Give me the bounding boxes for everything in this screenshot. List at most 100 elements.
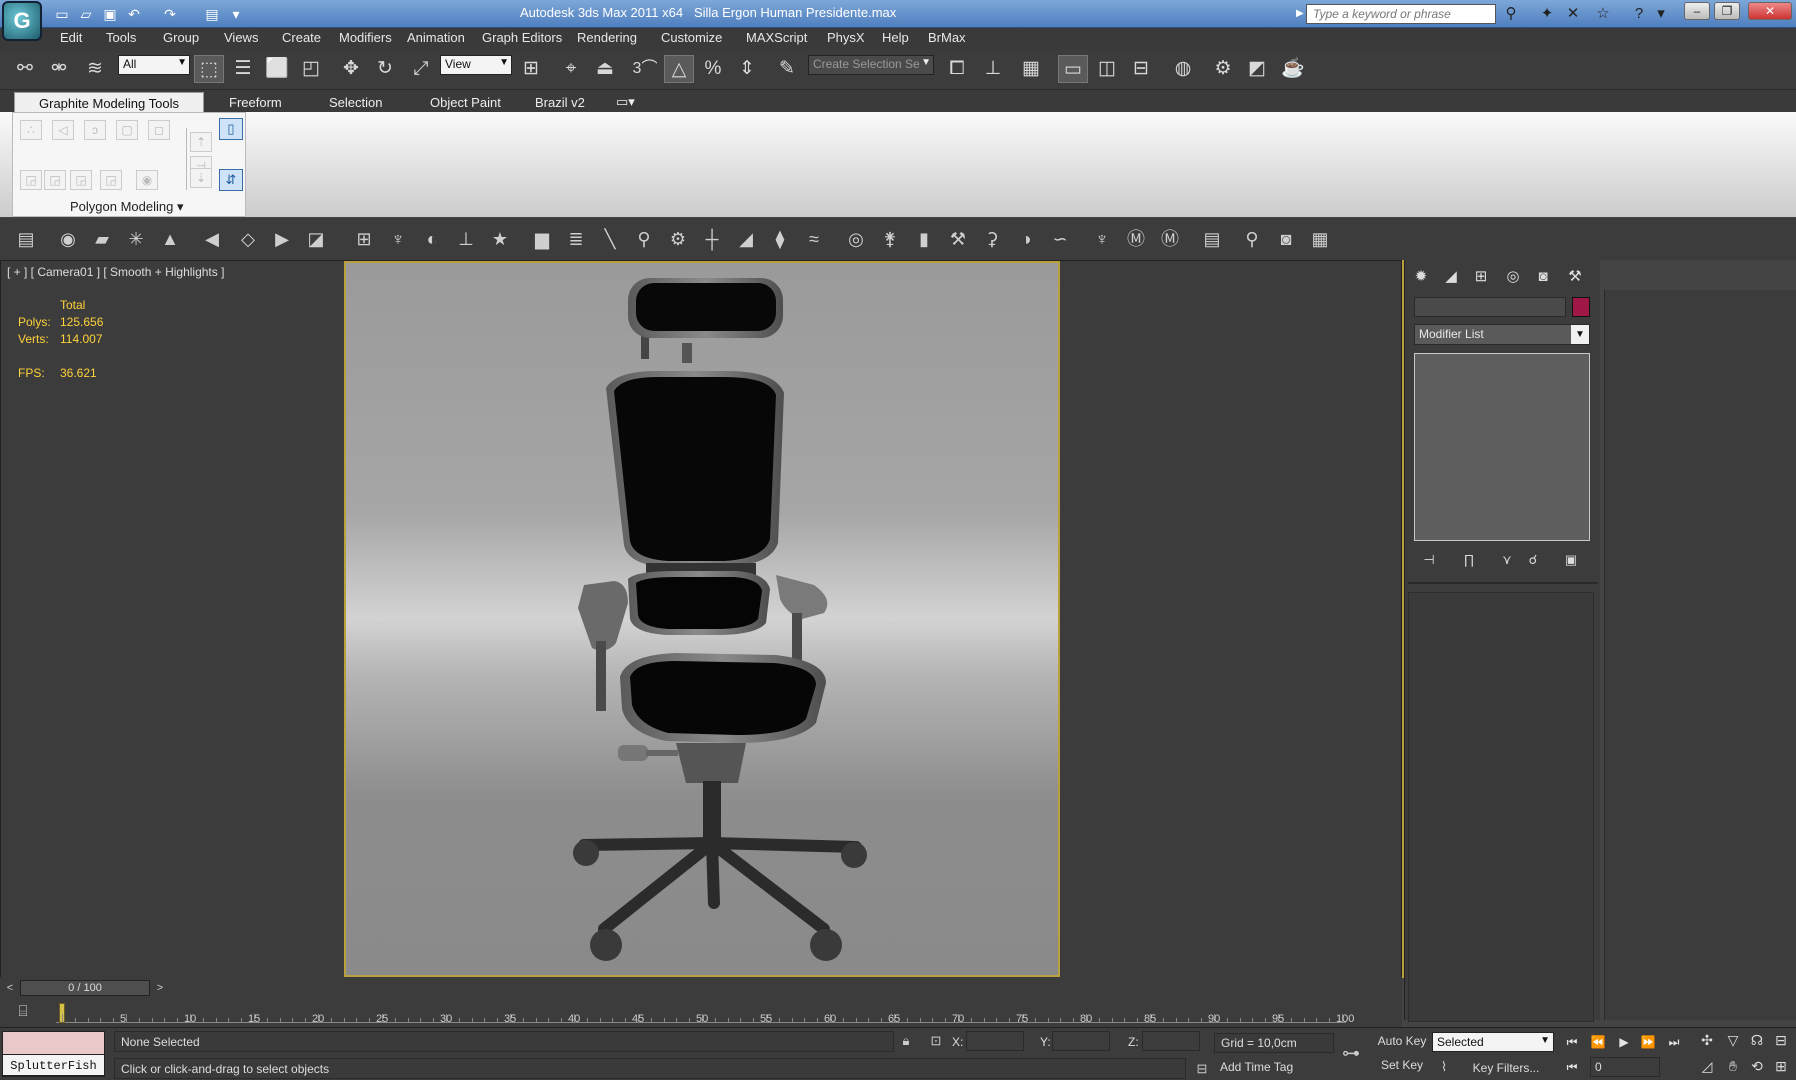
link-icon[interactable]: ⚯ [10,55,40,83]
menu-tools[interactable]: Tools [106,30,136,45]
apply-modifier-icon[interactable]: ◉ [136,170,158,190]
pan-icon[interactable]: ✋︎ [1722,1056,1744,1076]
toolbar-2-icon-18[interactable]: ⚲ [630,225,658,253]
create-tab-icon[interactable]: ✹ [1408,266,1434,288]
go-to-start-icon[interactable]: ⏮ [1562,1033,1582,1051]
toolbar-2-icon-6[interactable]: ◀ [198,225,226,253]
zoom-all-icon[interactable]: ▽ [1722,1030,1744,1050]
toolbar-2-icon-35[interactable]: ⚲ [1238,225,1266,253]
modify-mode-icon[interactable]: ◲ [20,170,42,190]
menu-physx[interactable]: PhysX [827,30,865,45]
toolbar-2-icon-28[interactable]: ⚳ [978,225,1006,253]
menu-views[interactable]: Views [224,30,258,45]
key-icon[interactable]: ⊶ [1336,1044,1366,1062]
tab-freeform[interactable]: Freeform [229,95,282,110]
to-poly-icon[interactable]: ◲ [100,170,122,190]
orbit-subobject-icon[interactable]: ⟲ [1746,1056,1768,1076]
toolbar-2-icon-32[interactable]: Ⓜ [1122,225,1150,253]
menu-customize[interactable]: Customize [661,30,722,45]
toolbar-2-icon-14[interactable]: ★ [486,225,514,253]
stack-up-icon[interactable]: ⇡ [190,132,212,152]
toolbar-2-icon-13[interactable]: ⊥ [452,225,480,253]
preserve-uvs-icon[interactable]: ◲ [44,170,66,190]
toolbar-2-icon-20[interactable]: ┼ [698,225,726,253]
next-frame-arrow-icon[interactable]: > [152,980,168,996]
toolbar-2-icon-30[interactable]: ∽ [1046,225,1074,253]
bind-space-warp-icon[interactable]: ≋ [80,55,110,83]
menu-graph-editors[interactable]: Graph Editors [482,30,562,45]
select-move-icon[interactable]: ✥ [336,55,366,83]
configure-modifier-sets-icon[interactable]: ▣ [1560,550,1582,570]
field-of-view-icon[interactable]: ◿ [1696,1056,1718,1076]
toolbar-2-icon-3[interactable]: ▰ [88,225,116,253]
new-file-icon[interactable]: ▭ [52,4,72,24]
key-tangent-icon[interactable]: ⌇ [1434,1058,1454,1076]
select-object-icon[interactable]: ⬚ [194,55,224,83]
toolbar-2-icon-27[interactable]: ⚒ [944,225,972,253]
render-teapot-icon[interactable]: ☕ [1278,55,1308,83]
show-end-result-stack-icon[interactable]: ∏ [1458,550,1480,570]
toolbar-2-icon-25[interactable]: ⚵ [876,225,904,253]
previous-frame-icon[interactable]: ⏪ [1588,1033,1608,1051]
toolbar-2-icon-37[interactable]: ▦ [1306,225,1334,253]
communication-center-icon[interactable]: ✕ [1562,4,1584,24]
orbit-icon[interactable]: ☊ [1746,1030,1768,1050]
qa-dropdown-icon[interactable]: ▾ [226,4,246,24]
unlink-icon[interactable]: ⚮ [44,55,74,83]
toolbar-2-icon-5[interactable]: ▲ [156,225,184,253]
curve-editor-icon[interactable]: ◫ [1092,55,1122,83]
window-crossing-icon[interactable]: ◰ [296,55,326,83]
maximize-viewport-icon[interactable]: ⊟ [1770,1030,1792,1050]
mini-curve-editor-icon[interactable]: ⌸ [12,1003,34,1021]
reference-coordinate-dropdown[interactable]: View ▼ [440,55,512,75]
modifier-list-dropdown[interactable]: Modifier List ▼ [1414,324,1590,345]
menu-animation[interactable]: Animation [407,30,465,45]
toolbar-2-icon-24[interactable]: ◎ [842,225,870,253]
rectangular-region-icon[interactable]: ⬜ [262,55,292,83]
rendered-frame-window-icon[interactable]: ◩ [1242,55,1272,83]
go-to-end-icon[interactable]: ⏭ [1664,1033,1684,1051]
graphite-toggle-icon[interactable]: ▭ [1058,55,1088,83]
app-logo-icon[interactable]: G [2,1,42,41]
menu-edit[interactable]: Edit [60,30,82,45]
selection-filter-dropdown[interactable]: All ▼ [118,55,190,75]
time-tag-icon[interactable]: ⊟ [1192,1060,1212,1078]
x-coordinate-field[interactable] [966,1031,1024,1051]
toolbar-2-icon-33[interactable]: Ⓜ [1156,225,1184,253]
minimize-button[interactable]: – [1684,2,1710,20]
menu-modifiers[interactable]: Modifiers [339,30,392,45]
toolbar-2-icon-15[interactable]: ▆ [528,225,556,253]
tab-brazil-v2[interactable]: Brazil v2 [535,95,585,110]
material-editor-icon[interactable]: ◍ [1168,55,1198,83]
pin-stack-icon[interactable]: ⊣ [1418,550,1440,570]
vertex-icon[interactable]: ∴ [20,120,42,140]
toolbar-2-icon-7[interactable]: ◇ [234,225,262,253]
named-selection-set-dropdown[interactable]: Create Selection Se ▼ [808,55,934,75]
menu-group[interactable]: Group [163,30,199,45]
mirror-icon[interactable]: ⧠ [942,55,972,83]
motion-tab-icon[interactable]: ◎ [1500,266,1526,288]
toolbar-2-icon-34[interactable]: ▤ [1198,225,1226,253]
toolbar-2-icon-8[interactable]: ▶ [268,225,296,253]
object-color-swatch[interactable] [1572,297,1590,317]
polygon-modeling-label[interactable]: Polygon Modeling ▾ [70,199,184,215]
undo-icon[interactable]: ↶ [124,4,144,24]
add-time-tag[interactable]: Add Time Tag [1214,1060,1334,1078]
show-end-result-icon[interactable]: ▯ [219,118,243,140]
make-unique-icon[interactable]: ⇵ [219,169,243,191]
auto-key-button[interactable]: Auto Key [1376,1034,1428,1052]
modifier-stack[interactable] [1414,353,1590,541]
border-icon[interactable]: ↄ [84,120,106,140]
keyboard-shortcut-override-icon[interactable]: ⏏ [590,55,620,83]
snaps-toggle-icon[interactable]: 3⌒ [630,55,660,83]
next-frame-icon[interactable]: ⏩ [1638,1033,1658,1051]
search-expand-icon[interactable]: ▶ [1296,8,1304,19]
y-coordinate-field[interactable] [1052,1031,1110,1051]
favorites-star-icon[interactable]: ☆ [1592,4,1614,24]
edge-icon[interactable]: ◁ [52,120,74,140]
tab-graphite-modeling-tools[interactable]: Graphite Modeling Tools [14,92,204,113]
key-filters-button[interactable]: Key Filters... [1458,1058,1554,1078]
menu-brmax[interactable]: BrMax [928,30,966,45]
help-icon[interactable]: ? [1628,4,1650,24]
polygon-icon[interactable]: ▢ [116,120,138,140]
